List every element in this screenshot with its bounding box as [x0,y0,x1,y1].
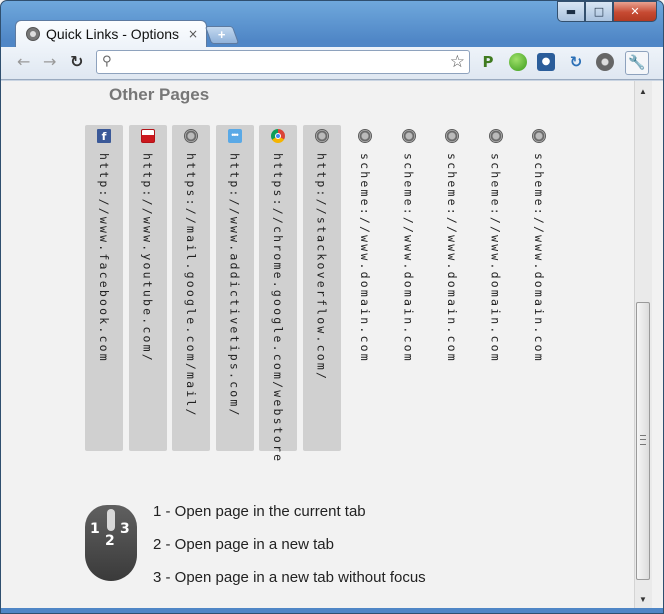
quick-link-url: scheme://www.domain.com [358,153,372,363]
quick-link-item[interactable]: f http://www.facebook.com [85,125,123,451]
quick-link-item[interactable]: scheme://www.domain.com [520,125,558,451]
address-bar[interactable]: ⚲ ☆ [96,50,470,74]
legend-line-1: 1 - Open page in the current tab [153,503,366,520]
tab-quick-links-options[interactable]: Quick Links - Options × [15,20,207,47]
youtube-icon [140,129,155,143]
quick-link-item[interactable]: scheme://www.domain.com [346,125,384,451]
forward-button[interactable]: → [43,52,56,71]
grip-icon [640,435,646,445]
search-icon: ⚲ [102,54,112,69]
quick-link-item[interactable]: scheme://www.domain.com [433,125,471,451]
globe-icon [445,129,459,143]
quick-link-item[interactable]: http://stackoverflow.com/ [302,125,341,451]
quick-link-url: http://stackoverflow.com/ [314,153,329,382]
globe-icon [358,129,372,143]
globe-icon [532,129,546,143]
scroll-up-arrow-icon[interactable]: ▲ [639,87,647,96]
mouse-button-1-label: 1 [90,521,100,537]
tab-close-icon[interactable]: × [188,27,198,41]
green-ball-icon[interactable] [509,53,527,71]
mouse-button-3-label: 3 [120,521,130,537]
quick-link-url: scheme://www.domain.com [488,153,503,363]
reload-button[interactable]: ↻ [70,52,83,71]
facebook-icon: f [97,129,111,143]
scrollbar-thumb[interactable] [636,302,650,580]
minimize-button[interactable]: ▬ [557,1,585,22]
chrome-favicon-icon [26,27,40,41]
browser-toolbar: ← → ↻ ⚲ ☆ P ● ↻ 🔧 [1,47,663,80]
wrench-icon[interactable]: 🔧 [625,51,649,75]
chrome-webstore-icon [271,129,285,143]
bookmark-star-icon[interactable]: ☆ [450,52,465,72]
addictivetips-icon: ••• [227,129,242,143]
quick-link-url: https://mail.google.com/mail/ [184,153,198,418]
close-window-button[interactable]: ✕ [613,1,657,22]
new-tab-button[interactable]: + [204,26,240,44]
mouse-legend: 1 2 3 1 - Open page in the current tab 2… [85,499,485,599]
quick-link-url: scheme://www.domain.com [532,153,546,363]
p-extension-icon[interactable]: P [479,53,497,71]
mouse-button-2-label: 2 [105,533,115,549]
quick-link-item[interactable]: https://chrome.google.com/webstore [259,125,297,463]
back-button[interactable]: ← [17,52,30,71]
globe-icon [488,129,503,143]
swirl-icon[interactable]: ↻ [567,53,585,71]
globe-icon [184,129,198,143]
quick-link-url: http://www.addictivetips.com/ [227,153,242,418]
maximize-button[interactable]: □ [585,1,613,22]
section-title: Other Pages [109,85,210,104]
quick-link-url: https://chrome.google.com/webstore [271,153,285,464]
quick-link-item[interactable]: scheme://www.domain.com [477,125,515,451]
quick-link-item[interactable]: ••• http://www.addictivetips.com/ [215,125,254,451]
camera-icon[interactable]: ● [537,53,555,71]
quick-link-url: http://www.youtube.com/ [140,153,155,363]
quick-link-url: http://www.facebook.com [97,153,111,363]
quick-link-item[interactable]: https://mail.google.com/mail/ [172,125,210,451]
quick-link-url: scheme://www.domain.com [401,153,416,363]
plus-icon: + [218,27,226,42]
quick-link-item[interactable]: http://www.youtube.com/ [128,125,167,451]
globe-icon [314,129,329,143]
mouse-wheel [107,509,115,531]
scroll-down-arrow-icon[interactable]: ▼ [639,595,647,604]
vertical-scrollbar[interactable]: ▲ ▼ [634,81,652,608]
quick-link-url: scheme://www.domain.com [445,153,459,363]
quick-link-item[interactable]: scheme://www.domain.com [390,125,428,451]
browser-window: ▬ □ ✕ Quick Links - Options × + ← → ↻ ⚲ … [0,0,664,614]
options-page: Other Pages f http://www.facebook.com http… [1,80,663,608]
legend-line-2: 2 - Open page in a new tab [153,536,334,553]
chrome-icon[interactable] [596,53,614,71]
mouse-icon: 1 2 3 [85,505,137,581]
globe-icon [401,129,416,143]
tab-title: Quick Links - Options [46,26,180,42]
window-controls: ▬ □ ✕ [557,1,657,22]
legend-line-3: 3 - Open page in a new tab without focus [153,569,426,586]
